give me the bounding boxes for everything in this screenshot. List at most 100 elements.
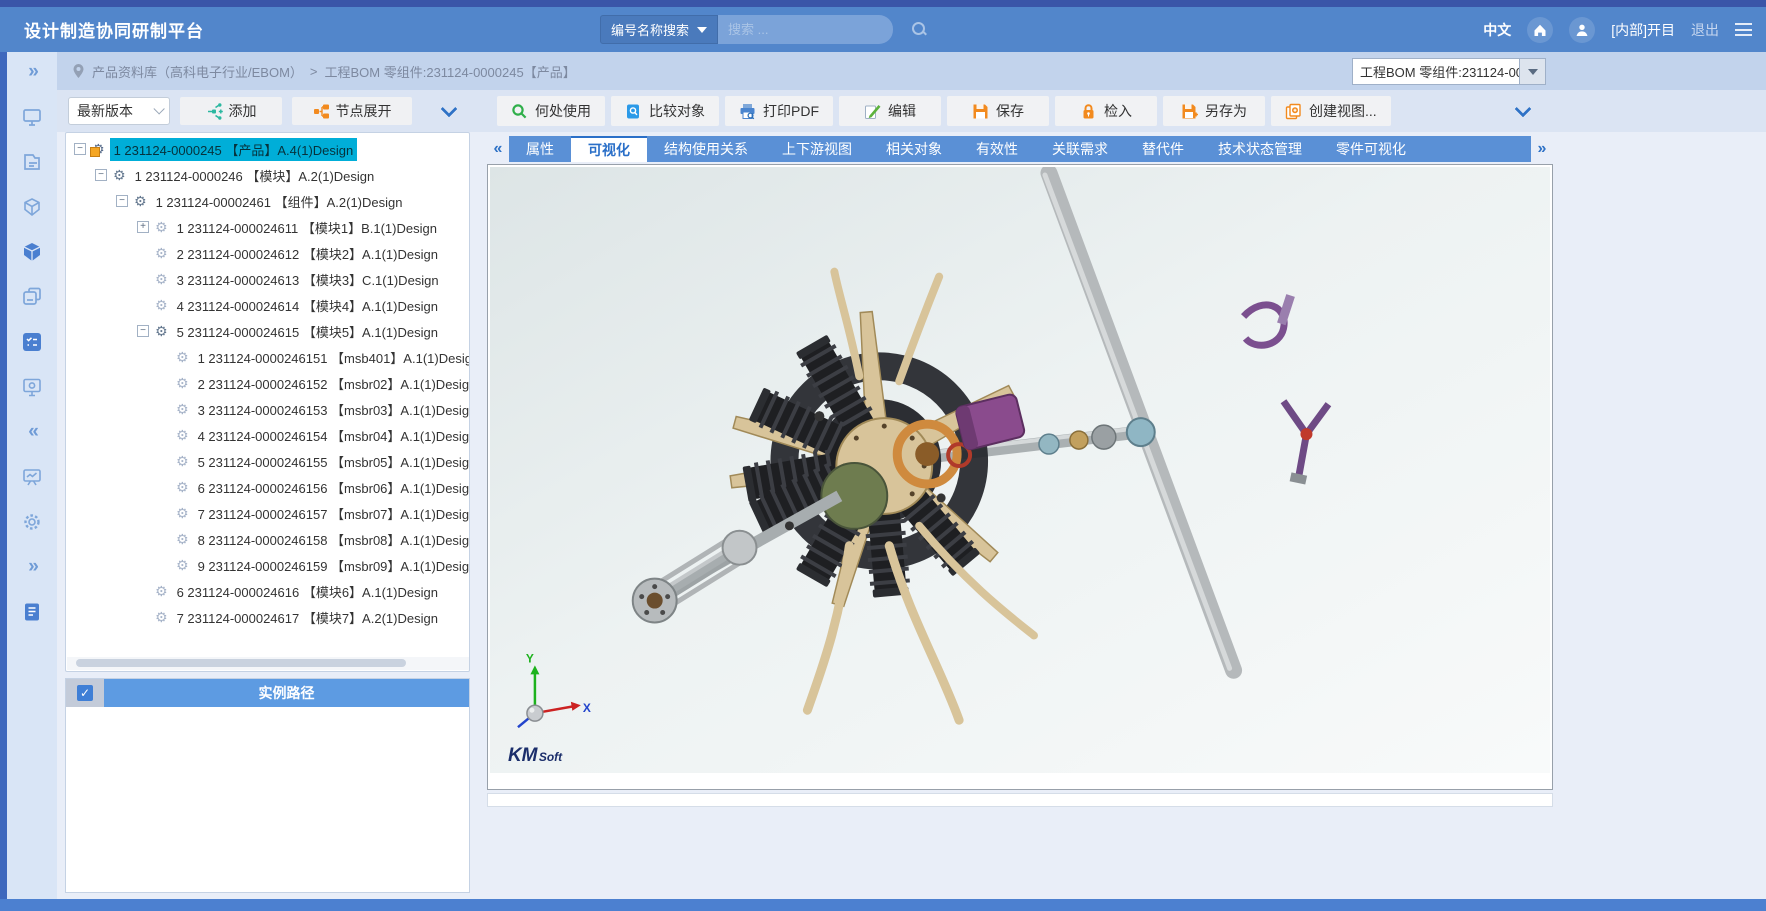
settings-gear-icon[interactable] — [20, 510, 44, 534]
tree-node[interactable]: 4 231124-000024614 【模块4】A.1(1)Design — [66, 292, 470, 318]
chevron-down-icon — [153, 103, 164, 114]
tab-related-objects[interactable]: 相关对象 — [869, 136, 959, 162]
tree-node[interactable]: 9 231124-0000246159 【msbr09】A.1(1)Design — [66, 552, 470, 578]
tab-upstream-downstream[interactable]: 上下游视图 — [765, 136, 869, 162]
expand-right-icon[interactable]: » — [20, 555, 44, 579]
tree-node[interactable]: 5 231124-0000246155 【msbr05】A.1(1)Design — [66, 448, 470, 474]
check-in-button[interactable]: 检入 — [1055, 96, 1157, 126]
monitor-settings-icon[interactable] — [20, 375, 44, 399]
collapse-expander-icon[interactable] — [74, 143, 86, 155]
search-input[interactable] — [728, 22, 904, 37]
add-button[interactable]: 添加 — [180, 97, 282, 125]
part-icon — [155, 220, 168, 234]
breadcrumb-bar: 产品资料库（高科电子行业/EBOM） > 工程BOM 零组件:231124-00… — [0, 52, 1766, 90]
where-used-button[interactable]: 何处使用 — [497, 96, 605, 126]
collapse-expander-icon[interactable] — [137, 325, 149, 337]
expand-expander-icon[interactable] — [137, 221, 149, 233]
tree-node[interactable]: 3 231124-0000246153 【msbr03】A.1(1)Design — [66, 396, 470, 422]
checklist-icon[interactable] — [20, 330, 44, 354]
instance-path-checkbox[interactable] — [77, 685, 93, 701]
tree-node[interactable]: 8 231124-0000246158 【msbr08】A.1(1)Design — [66, 526, 470, 552]
bom-tree: 1 231124-0000245 【产品】A.4(1)Design 1 2311… — [66, 136, 470, 658]
notes-icon[interactable] — [20, 600, 44, 624]
dashboard-icon[interactable] — [20, 465, 44, 489]
tab-substitutes[interactable]: 替代件 — [1125, 136, 1201, 162]
tab-related-requirements[interactable]: 关联需求 — [1035, 136, 1125, 162]
tab-properties[interactable]: 属性 — [509, 136, 571, 162]
tab-effectivity[interactable]: 有效性 — [959, 136, 1035, 162]
tab-visualization[interactable]: 可视化 — [571, 136, 647, 162]
part-icon — [176, 558, 189, 572]
compare-objects-button[interactable]: 比较对象 — [611, 96, 719, 126]
cube-outline-icon[interactable] — [20, 195, 44, 219]
window-top-strip — [0, 0, 1766, 7]
save-as-button[interactable]: 另存为 — [1163, 96, 1265, 126]
version-select[interactable]: 最新版本 — [68, 97, 170, 125]
tree-node[interactable]: 1 231124-00002461 【组件】A.2(1)Design — [66, 188, 470, 214]
breadcrumb-section[interactable]: 产品资料库（高科电子行业/EBOM） — [92, 62, 303, 81]
language-toggle[interactable]: 中文 — [1483, 20, 1511, 40]
tree-node[interactable]: 1 231124-0000246 【模块】A.2(1)Design — [66, 162, 470, 188]
axis-y-label: Y — [526, 651, 534, 665]
tree-node[interactable]: 2 231124-000024612 【模块2】A.1(1)Design — [66, 240, 470, 266]
tree-node[interactable]: 1 231124-0000246151 【msb401】A.1(1)Design — [66, 344, 470, 370]
tree-node[interactable]: 3 231124-000024613 【模块3】C.1(1)Design — [66, 266, 470, 292]
product-icon — [92, 142, 105, 156]
expand-right-icon[interactable]: » — [20, 60, 44, 84]
window-bottom-strip — [0, 899, 1766, 911]
collapse-expander-icon[interactable] — [116, 195, 128, 207]
tree-horizontal-scrollbar[interactable] — [67, 657, 470, 670]
3d-viewport[interactable]: Y X KM Soft — [490, 167, 1550, 773]
expand-node-button[interactable]: 节点展开 — [292, 97, 412, 125]
create-view-button[interactable]: 创建视图... — [1271, 96, 1391, 126]
tree-node[interactable]: 6 231124-0000246156 【msbr06】A.1(1)Design — [66, 474, 470, 500]
cube-filled-icon[interactable] — [20, 240, 44, 264]
menu-icon[interactable] — [1735, 23, 1752, 36]
tree-node[interactable]: 2 231124-0000246152 【msbr02】A.1(1)Design — [66, 370, 470, 396]
context-object-dropdown[interactable]: 工程BOM 零组件:231124-000... — [1352, 58, 1546, 85]
checkin-lock-icon — [1080, 103, 1097, 120]
user-icon[interactable] — [1569, 17, 1595, 43]
left-rail-edge — [0, 52, 7, 911]
panel-more-chevron-icon[interactable] — [442, 102, 456, 116]
part-icon — [176, 428, 189, 442]
current-user[interactable]: [内部]开目 — [1611, 20, 1675, 40]
monitor-icon[interactable] — [20, 105, 44, 129]
tabs-scroll-right-icon[interactable] — [1531, 140, 1553, 158]
home-icon[interactable] — [1527, 17, 1553, 43]
save-button[interactable]: 保存 — [947, 96, 1049, 126]
tab-part-visualization[interactable]: 零件可视化 — [1319, 136, 1423, 162]
application-window: 设计制造协同研制平台 编号名称搜索 中文 [内部]开目 退出 — [0, 0, 1766, 911]
tab-config-status[interactable]: 技术状态管理 — [1201, 136, 1319, 162]
tree-node[interactable]: 7 231124-0000246157 【msbr07】A.1(1)Design — [66, 500, 470, 526]
collapse-left-icon[interactable]: « — [20, 420, 44, 444]
tree-node[interactable]: 7 231124-000024617 【模块7】A.2(1)Design — [66, 604, 470, 630]
tree-node[interactable]: 4 231124-0000246154 【msbr04】A.1(1)Design — [66, 422, 470, 448]
scrollbar-thumb[interactable] — [76, 659, 406, 667]
compare-objects-icon — [625, 103, 642, 120]
global-search: 编号名称搜索 — [600, 15, 893, 44]
viewer-horizontal-scrollbar[interactable] — [487, 793, 1553, 807]
logout-button[interactable]: 退出 — [1691, 20, 1719, 40]
collapse-expander-icon[interactable] — [95, 169, 107, 181]
context-dropdown-button[interactable] — [1519, 59, 1545, 84]
tree-node[interactable]: 1 231124-000024611 【模块1】B.1(1)Design — [66, 214, 470, 240]
axis-x-label: X — [583, 701, 591, 715]
document-icon[interactable] — [20, 150, 44, 174]
search-type-dropdown[interactable]: 编号名称搜索 — [600, 15, 718, 44]
print-pdf-button[interactable]: 打印PDF — [725, 96, 833, 126]
part-icon — [155, 584, 168, 598]
save-as-icon — [1181, 103, 1198, 120]
tree-node[interactable]: 6 231124-000024616 【模块6】A.1(1)Design — [66, 578, 470, 604]
where-used-search-icon — [511, 103, 528, 120]
edit-button[interactable]: 编辑 — [839, 96, 941, 126]
layers-icon[interactable] — [20, 285, 44, 309]
tab-structure-usage[interactable]: 结构使用关系 — [647, 136, 765, 162]
3d-viewer-panel: Y X KM Soft — [487, 164, 1553, 790]
caret-down-icon — [1528, 69, 1538, 75]
tree-node[interactable]: 1 231124-0000245 【产品】A.4(1)Design — [66, 136, 470, 162]
part-icon — [176, 480, 189, 494]
tree-node[interactable]: 5 231124-000024615 【模块5】A.1(1)Design — [66, 318, 470, 344]
toolbar-more-chevron-icon[interactable] — [1516, 102, 1530, 116]
tabs-scroll-left-icon[interactable] — [487, 140, 509, 158]
